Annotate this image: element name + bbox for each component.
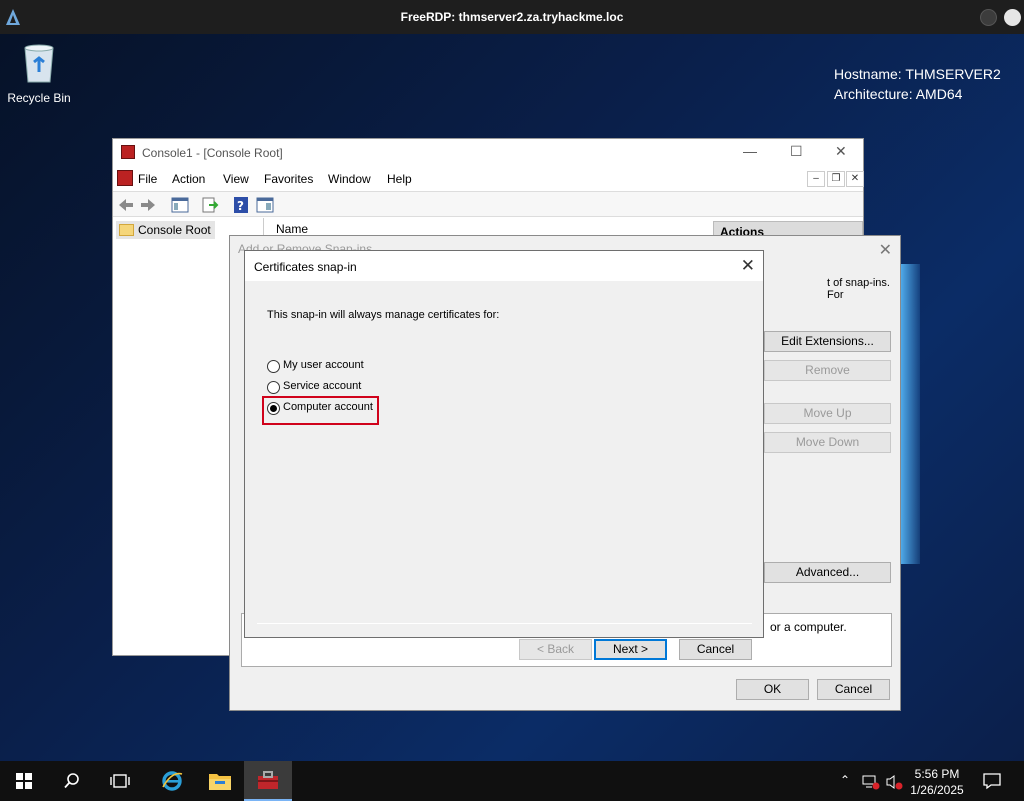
radio-label: Service account [283,380,362,392]
tree-item-console-root[interactable]: Console Root [116,221,215,239]
clock-time: 5:56 PM [914,767,960,781]
rdp-window-title: FreeRDP: thmserver2.za.tryhackme.loc [400,10,624,24]
notifications-icon[interactable] [983,772,1001,790]
cancel-button[interactable]: Cancel [679,639,752,660]
system-info-overlay: Hostname: THMSERVER2 Architecture: AMD64 [834,64,1001,104]
mdi-minimize-icon[interactable]: – [807,171,825,187]
snapins-instructions-text: t of snap-ins. For [827,277,890,301]
menu-help[interactable]: Help [387,172,412,186]
column-header-name[interactable]: Name [276,222,308,236]
show-action-pane-icon[interactable] [256,196,274,214]
maximize-icon[interactable]: ☐ [790,143,803,160]
mdi-restore-icon[interactable]: ❐ [827,171,845,187]
volume-muted-icon[interactable] [886,774,904,790]
cert-dialog-title-bar: Certificates snap-in ✕ [245,251,763,281]
show-hide-tree-icon[interactable] [171,196,189,214]
desktop: Recycle Bin Hostname: THMSERVER2 Archite… [0,34,1024,761]
menu-view[interactable]: View [223,172,249,186]
back-arrow-icon[interactable] [117,196,135,214]
menu-window[interactable]: Window [328,172,371,186]
console-toolbar: ? [113,191,863,217]
svg-text:?: ? [237,199,244,213]
recycle-bin-icon [24,44,54,83]
separator-line [257,623,752,624]
taskbar: ⌃ 5:56 PM 1/26/2025 [0,761,1024,801]
architecture-text: Architecture: AMD64 [834,86,963,102]
tree-item-label: Console Root [138,223,211,237]
forward-arrow-icon[interactable] [139,196,157,214]
next-button[interactable]: Next > [594,639,667,660]
recycle-bin-label: Recycle Bin [7,91,71,105]
menu-action[interactable]: Action [172,172,205,186]
console-menu-bar: File Action View Favorites Window Help –… [113,167,864,191]
highlight-annotation-box [262,396,379,425]
advanced-button[interactable]: Advanced... [764,562,891,583]
internet-explorer-icon [162,771,183,791]
mmc-toolbox-icon [258,771,278,789]
windows-logo-icon [16,773,32,789]
export-list-icon[interactable] [201,196,219,214]
mmc-taskbar-button[interactable] [244,761,292,801]
remove-button[interactable]: Remove [764,360,891,381]
close-icon[interactable]: ✕ [835,143,847,160]
mdi-close-icon[interactable]: ✕ [846,171,864,187]
radio-label: My user account [283,359,364,371]
radio-button[interactable] [267,360,280,373]
folder-icon [119,224,134,236]
internet-explorer-taskbar-button[interactable] [148,761,196,801]
back-button[interactable]: < Back [519,639,592,660]
menu-favorites[interactable]: Favorites [264,172,313,186]
mmc-document-icon [117,170,133,186]
description-text: or a computer. [770,620,847,634]
close-icon[interactable]: ✕ [879,240,892,260]
search-button[interactable] [48,761,96,801]
help-icon[interactable]: ? [232,196,250,214]
console-title: Console1 - [Console Root] [142,146,283,160]
hostname-text: Hostname: THMSERVER2 [834,66,1001,82]
radio-button[interactable] [267,381,280,394]
minimize-icon[interactable] [980,9,997,26]
cert-dialog-title: Certificates snap-in [254,260,357,274]
clock-date: 1/26/2025 [910,783,964,797]
certificates-snapin-dialog: Certificates snap-in ✕ This snap-in will… [244,250,764,660]
recycle-bin[interactable]: Recycle Bin [6,42,72,105]
cancel-button[interactable]: Cancel [817,679,890,700]
move-up-button[interactable]: Move Up [764,403,891,424]
edit-extensions-button[interactable]: Edit Extensions... [764,331,891,352]
minimize-icon[interactable]: — [743,143,757,159]
mmc-app-icon [121,145,135,159]
system-clock[interactable]: 5:56 PM 1/26/2025 [905,766,969,798]
task-view-button[interactable] [96,761,144,801]
task-view-icon [110,774,130,788]
show-hidden-icons-chevron-icon[interactable]: ⌃ [840,773,850,787]
search-icon [64,773,79,789]
console-title-bar: Console1 - [Console Root] — ☐ ✕ [113,139,863,167]
network-icon[interactable] [862,774,880,790]
close-icon[interactable] [1004,9,1021,26]
move-down-button[interactable]: Move Down [764,432,891,453]
ok-button[interactable]: OK [736,679,809,700]
menu-file[interactable]: File [138,172,157,186]
close-icon[interactable]: ✕ [741,256,755,276]
start-button[interactable] [0,761,48,801]
file-explorer-taskbar-button[interactable] [196,761,244,801]
rdp-title-bar: FreeRDP: thmserver2.za.tryhackme.loc [0,0,1024,34]
file-explorer-icon [209,774,231,790]
cert-dialog-prompt: This snap-in will always manage certific… [267,309,500,321]
